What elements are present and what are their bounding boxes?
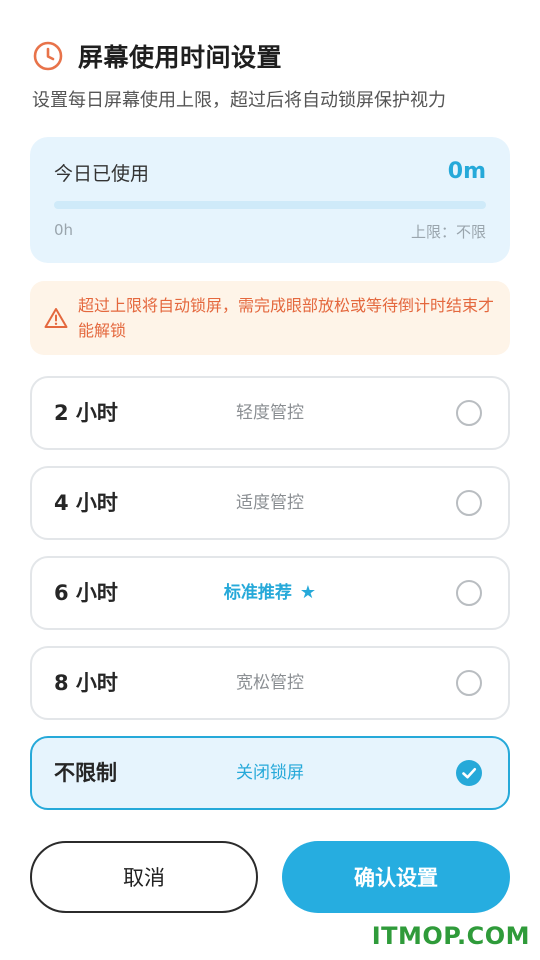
option-6-hours[interactable]: 6 小时 标准推荐 ★ [30,556,510,630]
usage-progress-track [54,201,486,209]
usage-card: 今日已使用 0m 0h 上限：不限 [30,137,510,263]
star-icon: ★ [299,582,317,603]
recommended-label: 标准推荐 [223,583,292,603]
option-label: 4 小时 [54,491,118,515]
confirm-button[interactable]: 确认设置 [282,841,510,913]
page-subtitle: 设置每日屏幕使用上限，超过后将自动锁屏保护视力 [32,90,446,111]
clock-icon [33,41,63,71]
warning-text: 超过上限将自动锁屏，需完成眼部放松或等待倒计时结束才能解锁 [78,296,495,340]
cancel-button[interactable]: 取消 [30,841,258,913]
check-icon [462,767,477,779]
radio-button[interactable] [456,670,482,696]
page-title: 屏幕使用时间设置 [78,43,283,72]
option-2-hours[interactable]: 2 小时 轻度管控 [30,376,510,450]
usage-value: 0m [447,159,486,184]
radio-button[interactable] [456,400,482,426]
settings-sheet: 屏幕使用时间设置 设置每日屏幕使用上限，超过后将自动锁屏保护视力 今日已使用 0… [0,0,540,960]
option-label: 6 小时 [54,581,118,605]
option-label: 不限制 [54,761,117,785]
radio-button[interactable] [456,580,482,606]
warning-banner: 超过上限将自动锁屏，需完成眼部放松或等待倒计时结束才能解锁 [30,281,510,355]
usage-scale-end: 上限：不限 [410,223,486,241]
watermark-logo: ITMOP.COM [371,922,530,950]
radio-button-checked[interactable] [456,760,482,786]
warning-icon [44,308,68,328]
option-unlimited[interactable]: 不限制 关闭锁屏 [30,736,510,810]
option-label: 2 小时 [54,401,118,425]
radio-button[interactable] [456,490,482,516]
usage-label: 今日已使用 [54,163,150,185]
option-4-hours[interactable]: 4 小时 适度管控 [30,466,510,540]
header: 屏幕使用时间设置 [32,36,282,76]
option-label: 8 小时 [54,671,118,695]
usage-scale-start: 0h [54,221,74,239]
option-8-hours[interactable]: 8 小时 宽松管控 [30,646,510,720]
